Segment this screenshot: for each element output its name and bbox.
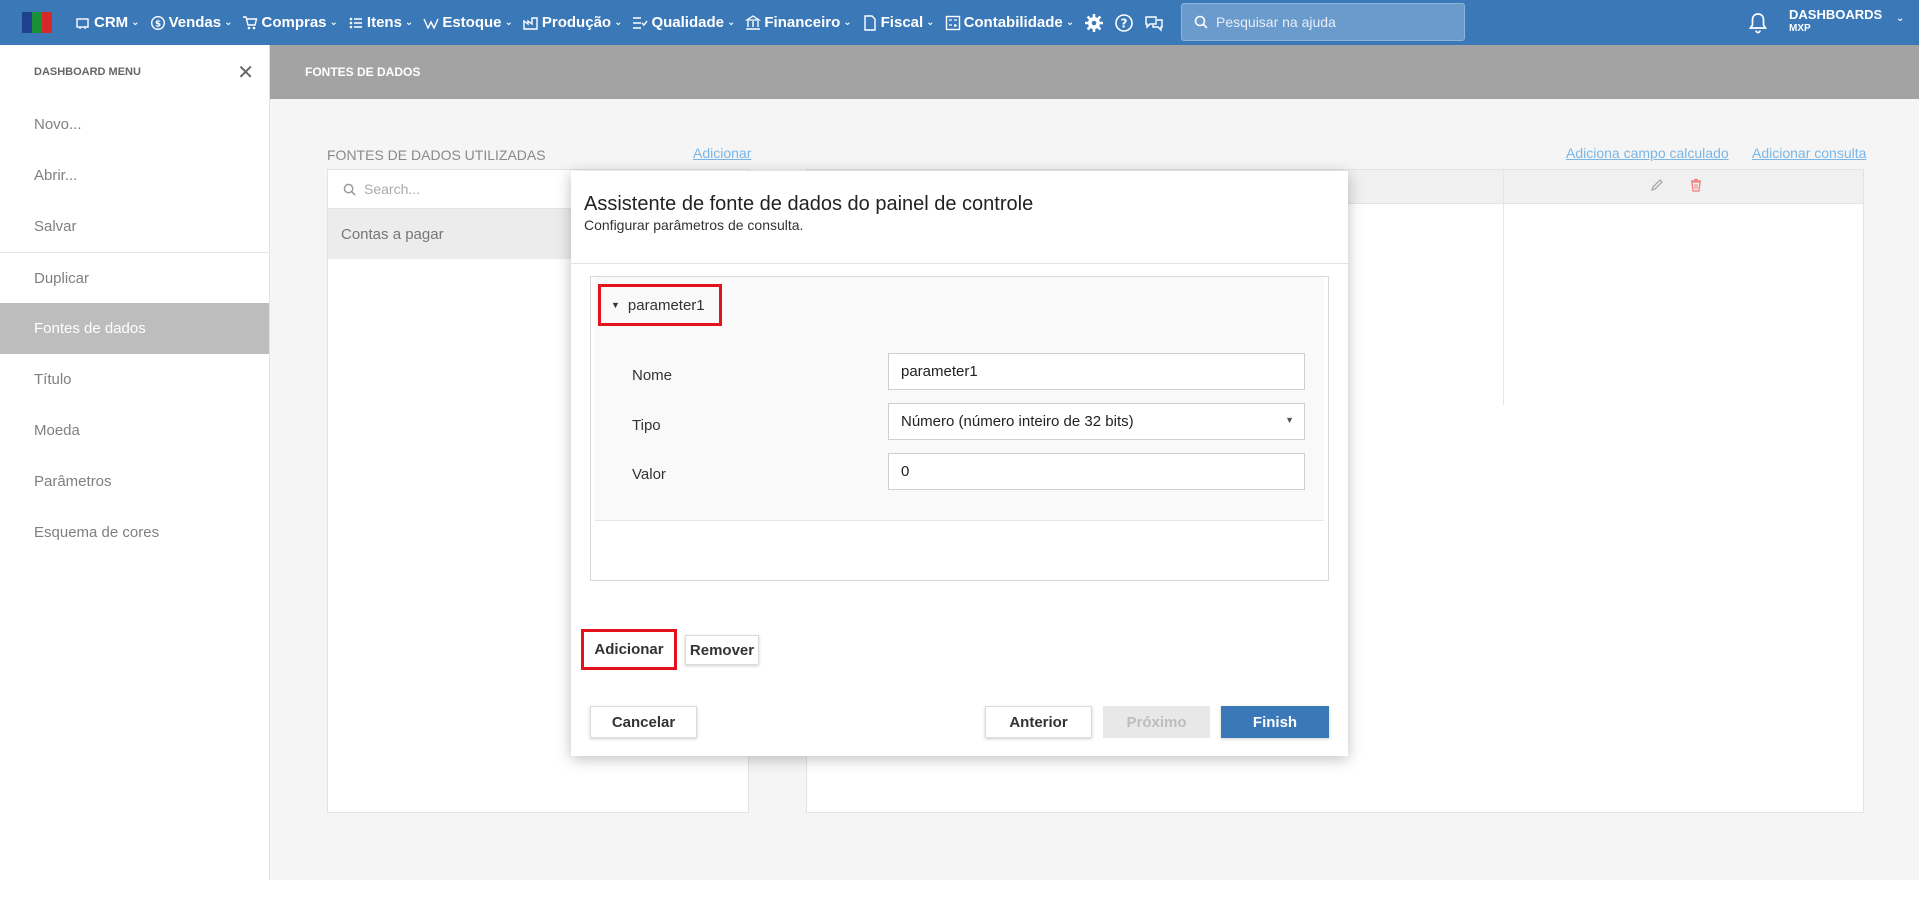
top-bar: CRM ⌄ $ Vendas ⌄ Compras ⌄ Itens ⌄ Estoque ⌄ … xyxy=(0,0,1919,45)
nav-estoque[interactable]: Estoque ⌄ xyxy=(423,14,513,31)
nav-compras[interactable]: Compras ⌄ xyxy=(242,14,338,31)
chevron-down-icon: ⌄ xyxy=(614,17,623,28)
chevron-down-icon: ⌄ xyxy=(1065,17,1075,28)
nav-vendas[interactable]: $ Vendas ⌄ xyxy=(150,14,233,31)
dashboard-menu: DASHBOARD MENU ✕ Novo... Abrir... Salvar… xyxy=(0,45,270,880)
stock-icon xyxy=(423,18,439,30)
column-divider xyxy=(1503,170,1504,405)
page-title: FONTES DE DADOS xyxy=(270,45,1919,99)
sidebar-item-titulo[interactable]: Título xyxy=(0,354,269,405)
caret-down-icon: ▼ xyxy=(611,300,620,310)
fiscal-icon xyxy=(863,14,876,31)
finish-button[interactable]: Finish xyxy=(1221,706,1329,738)
user-menu[interactable]: DASHBOARDS MXP ⌄ xyxy=(1789,7,1904,36)
tipo-value: Número (número inteiro de 32 bits) xyxy=(901,413,1134,430)
tipo-select[interactable]: Número (número inteiro de 32 bits) ▼ xyxy=(888,403,1305,440)
chevron-down-icon: ⌄ xyxy=(1896,13,1905,24)
accounting-icon xyxy=(945,15,960,30)
dialog-title: Assistente de fonte de dados do painel d… xyxy=(584,193,1034,215)
nome-label: Nome xyxy=(632,367,673,384)
nav-financeiro[interactable]: Financeiro ⌄ xyxy=(745,14,852,31)
dialog-divider xyxy=(571,263,1348,264)
dashboard-menu-header: DASHBOARD MENU ✕ xyxy=(0,45,269,99)
sidebar-item-abrir[interactable]: Abrir... xyxy=(0,150,269,201)
sidebar-item-parametros[interactable]: Parâmetros xyxy=(0,456,269,507)
sidebar-item-salvar[interactable]: Salvar xyxy=(0,201,269,252)
datasource-wizard-dialog: Assistente de fonte de dados do painel d… xyxy=(571,171,1348,756)
chevron-down-icon: ⌄ xyxy=(926,17,935,28)
main-nav: CRM ⌄ $ Vendas ⌄ Compras ⌄ Itens ⌄ Estoque ⌄ … xyxy=(75,0,1174,45)
help-icon[interactable]: ? xyxy=(1114,13,1134,33)
help-search[interactable] xyxy=(1181,3,1465,41)
valor-field[interactable]: 0 xyxy=(888,453,1305,490)
nav-itens[interactable]: Itens ⌄ xyxy=(348,14,413,31)
user-subtitle: MXP xyxy=(1789,23,1811,34)
sidebar-item-esquema-de-cores[interactable]: Esquema de cores xyxy=(0,507,269,558)
chevron-down-icon: ⌄ xyxy=(727,17,736,28)
crm-icon xyxy=(76,17,89,29)
gear-icon[interactable] xyxy=(1084,13,1104,33)
chevron-down-icon: ⌄ xyxy=(224,17,233,28)
add-parameter-button[interactable]: Adicionar xyxy=(581,629,677,670)
search-icon xyxy=(343,183,356,196)
nome-value: parameter1 xyxy=(901,363,978,380)
bell-icon[interactable] xyxy=(1748,12,1768,34)
sidebar-item-fontes-de-dados[interactable]: Fontes de dados xyxy=(0,303,269,354)
sidebar-item-novo[interactable]: Novo... xyxy=(0,99,269,150)
dollar-icon: $ xyxy=(150,15,165,30)
valor-label: Valor xyxy=(632,466,666,483)
chat-icon[interactable] xyxy=(1144,13,1164,33)
user-title: DASHBOARDS xyxy=(1789,7,1883,22)
dialog-subtitle: Configurar parâmetros de consulta. xyxy=(584,217,804,233)
sidebar-item-moeda[interactable]: Moeda xyxy=(0,405,269,456)
cancel-button[interactable]: Cancelar xyxy=(590,706,697,738)
chevron-down-icon: ⌄ xyxy=(131,17,140,28)
nav-contabilidade[interactable]: Contabilidade ⌄ xyxy=(945,14,1075,31)
app-logo[interactable] xyxy=(22,12,52,33)
pencil-icon[interactable] xyxy=(1650,178,1664,192)
caret-down-icon: ▼ xyxy=(1285,415,1294,425)
parameter-toggle[interactable]: ▼ parameter1 xyxy=(598,284,722,326)
add-calculated-field-link[interactable]: Adiciona campo calculado xyxy=(1566,145,1729,161)
chevron-down-icon: ⌄ xyxy=(504,17,513,28)
previous-button[interactable]: Anterior xyxy=(985,706,1092,738)
dashboard-menu-title: DASHBOARD MENU xyxy=(34,66,141,78)
datasources-title: FONTES DE DADOS UTILIZADAS xyxy=(327,147,546,163)
svg-text:$: $ xyxy=(154,19,160,29)
valor-value: 0 xyxy=(901,463,910,480)
search-icon xyxy=(1194,15,1208,29)
remove-parameter-button[interactable]: Remover xyxy=(685,635,759,665)
cart-icon xyxy=(243,15,258,29)
nav-producao[interactable]: Produção ⌄ xyxy=(523,14,623,31)
parameter-name-label: parameter1 xyxy=(627,296,705,314)
add-query-link[interactable]: Adicionar consulta xyxy=(1752,145,1866,161)
trash-icon[interactable] xyxy=(1689,178,1703,192)
nav-fiscal[interactable]: Fiscal ⌄ xyxy=(862,14,935,31)
production-icon xyxy=(523,16,538,30)
items-icon xyxy=(349,17,362,28)
tipo-label: Tipo xyxy=(632,417,661,434)
chevron-down-icon: ⌄ xyxy=(404,17,414,28)
nav-crm[interactable]: CRM ⌄ xyxy=(75,14,140,31)
nav-qualidade[interactable]: Qualidade ⌄ xyxy=(632,14,735,31)
sidebar-item-duplicar[interactable]: Duplicar xyxy=(0,252,269,303)
help-search-input[interactable] xyxy=(1216,14,1456,30)
chevron-down-icon: ⌄ xyxy=(843,17,852,28)
chevron-down-icon: ⌄ xyxy=(329,17,338,28)
quality-icon xyxy=(633,16,649,29)
svg-text:?: ? xyxy=(1121,16,1128,30)
finance-icon xyxy=(745,14,762,30)
next-button[interactable]: Próximo xyxy=(1103,706,1210,738)
close-icon[interactable]: ✕ xyxy=(237,60,254,85)
add-datasource-link[interactable]: Adicionar xyxy=(693,145,751,161)
nome-field[interactable]: parameter1 xyxy=(888,353,1305,390)
